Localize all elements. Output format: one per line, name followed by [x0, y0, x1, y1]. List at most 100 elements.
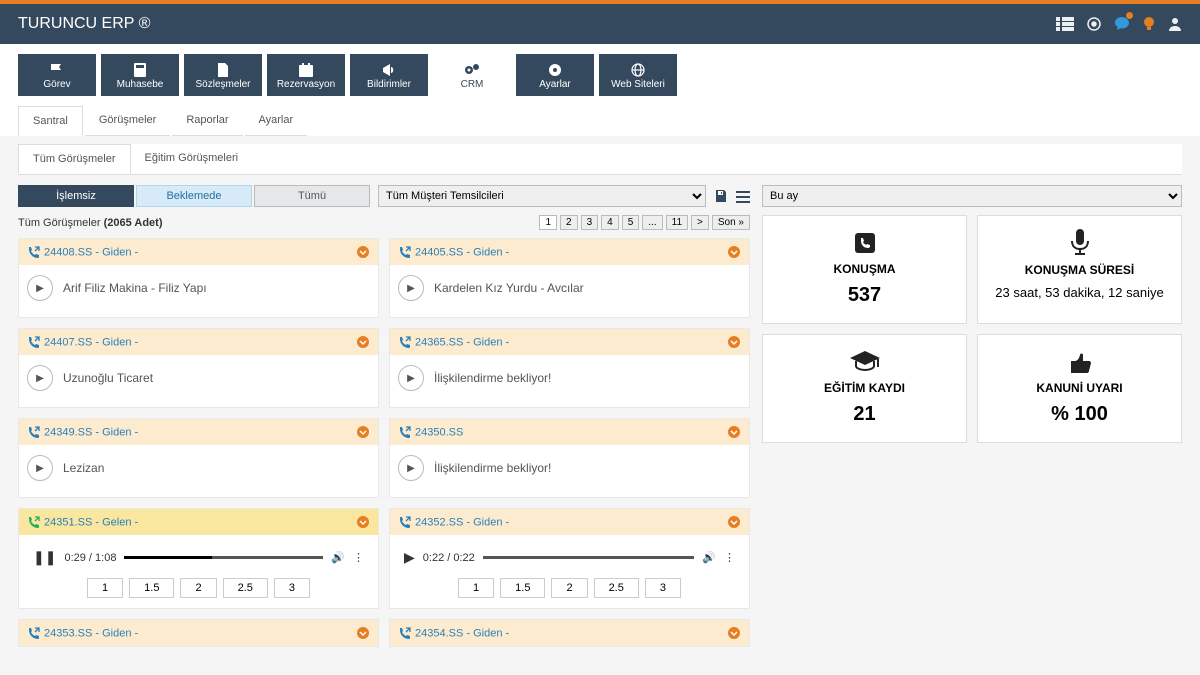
- call-card: 24350.SS ▶ İlişkilendirme bekliyor!: [389, 418, 750, 498]
- call-card: 24405.SS - Giden -▶Kardelen Kız Yurdu - …: [389, 238, 750, 318]
- period-select[interactable]: Bu ay: [762, 185, 1182, 207]
- speed-btn[interactable]: 2: [551, 578, 587, 598]
- save-filter-icon[interactable]: [714, 188, 728, 204]
- audio-track[interactable]: [483, 556, 695, 559]
- call-description: İlişkilendirme bekliyor!: [434, 461, 551, 475]
- chevron-down-icon[interactable]: [727, 245, 741, 259]
- speed-btn[interactable]: 2.5: [223, 578, 268, 598]
- call-card: 24349.SS - Giden - ▶ Lezizan: [18, 418, 379, 498]
- speed-btn[interactable]: 1.5: [129, 578, 174, 598]
- tab-raporlar[interactable]: Raporlar: [172, 106, 242, 136]
- play-button[interactable]: ▶: [27, 455, 53, 481]
- speed-btn[interactable]: 2: [180, 578, 216, 598]
- nav-bildirimler[interactable]: Bildirimler: [350, 54, 428, 96]
- nav-görev[interactable]: Görev: [18, 54, 96, 96]
- volume-icon[interactable]: 🔊: [702, 551, 716, 564]
- chevron-down-icon[interactable]: [356, 245, 370, 259]
- filter-btn-beklemede[interactable]: Beklemede: [136, 185, 252, 207]
- call-card: 24353.SS - Giden -: [18, 619, 379, 647]
- page-link[interactable]: 4: [601, 215, 619, 230]
- filter-row: İşlemsizBeklemedeTümü Tüm Müşteri Temsil…: [18, 185, 750, 207]
- call-description: Uzunoğlu Ticaret: [63, 371, 153, 385]
- call-card-header[interactable]: 24350.SS: [390, 419, 749, 445]
- call-card-header[interactable]: 24349.SS - Giden -: [19, 419, 378, 445]
- target-icon[interactable]: [1086, 15, 1102, 33]
- call-card-header[interactable]: 24352.SS - Giden -: [390, 509, 749, 535]
- speed-btn[interactable]: 1.5: [500, 578, 545, 598]
- stat-label: KANUNİ UYARI: [986, 381, 1173, 395]
- count-label: Tüm Görüşmeler (2065 Adet): [18, 217, 162, 229]
- subtab[interactable]: Tüm Görüşmeler: [18, 144, 131, 174]
- play-icon[interactable]: ▶: [404, 549, 415, 566]
- volume-icon[interactable]: 🔊: [331, 551, 345, 564]
- tab-ayarlar[interactable]: Ayarlar: [245, 106, 308, 136]
- nav-sözleşmeler[interactable]: Sözleşmeler: [184, 54, 262, 96]
- mic-icon: [986, 228, 1173, 257]
- play-button[interactable]: ▶: [398, 365, 424, 391]
- audio-time: 0:29 / 1:08: [64, 552, 116, 564]
- page-link[interactable]: ...: [642, 215, 662, 230]
- phone-out-icon: [27, 426, 40, 438]
- stat-value: 537: [771, 284, 958, 307]
- play-button[interactable]: ▶: [398, 455, 424, 481]
- play-button[interactable]: ▶: [27, 365, 53, 391]
- nav-crm[interactable]: CRM: [433, 54, 511, 96]
- call-card-header[interactable]: 24407.SS - Giden -: [19, 329, 378, 355]
- audio-menu-icon[interactable]: ⋮: [353, 551, 364, 564]
- call-card-header[interactable]: 24354.SS - Giden -: [390, 620, 749, 646]
- chevron-down-icon[interactable]: [727, 335, 741, 349]
- call-card-header[interactable]: 24365.SS - Giden -: [390, 329, 749, 355]
- user-icon[interactable]: [1168, 15, 1182, 33]
- call-card-header[interactable]: 24353.SS - Giden -: [19, 620, 378, 646]
- call-card-header[interactable]: 24351.SS - Gelen -: [19, 509, 378, 535]
- speed-btn[interactable]: 2.5: [594, 578, 639, 598]
- chevron-down-icon[interactable]: [356, 515, 370, 529]
- call-description: Lezizan: [63, 461, 104, 475]
- audio-track[interactable]: [124, 556, 323, 559]
- speed-btn[interactable]: 1: [87, 578, 123, 598]
- list-filter-icon[interactable]: [736, 188, 750, 204]
- call-card-header[interactable]: 24408.SS - Giden -: [19, 239, 378, 265]
- nav-ayarlar[interactable]: Ayarlar: [516, 54, 594, 96]
- page-link[interactable]: 3: [581, 215, 599, 230]
- page-link[interactable]: 2: [560, 215, 578, 230]
- stats-grid: KONUŞMA537KONUŞMA SÜRESİ23 saat, 53 daki…: [762, 215, 1182, 443]
- page-link[interactable]: 11: [666, 215, 688, 230]
- tab-görüşmeler[interactable]: Görüşmeler: [85, 106, 170, 136]
- nav-rezervasyon[interactable]: Rezervasyon: [267, 54, 345, 96]
- filter-btn-tümü[interactable]: Tümü: [254, 185, 370, 207]
- nav-muhasebe[interactable]: Muhasebe: [101, 54, 179, 96]
- count-row: Tüm Görüşmeler (2065 Adet) 12345... 11>So…: [18, 215, 750, 230]
- play-button[interactable]: ▶: [27, 275, 53, 301]
- page-link[interactable]: 5: [622, 215, 640, 230]
- chevron-down-icon[interactable]: [356, 626, 370, 640]
- stat-value: % 100: [986, 403, 1173, 426]
- audio-menu-icon[interactable]: ⋮: [724, 551, 735, 564]
- chevron-down-icon[interactable]: [727, 626, 741, 640]
- page-link[interactable]: 1: [539, 215, 557, 230]
- chevron-down-icon[interactable]: [727, 425, 741, 439]
- play-button[interactable]: ▶: [398, 275, 424, 301]
- tab-santral[interactable]: Santral: [18, 106, 83, 136]
- speed-btn[interactable]: 1: [458, 578, 494, 598]
- call-card-header[interactable]: 24405.SS - Giden -: [390, 239, 749, 265]
- call-card-body: ▶Kardelen Kız Yurdu - Avcılar: [390, 265, 749, 317]
- grid-icon[interactable]: [1056, 15, 1074, 33]
- nav-web siteleri[interactable]: Web Siteleri: [599, 54, 677, 96]
- chevron-down-icon[interactable]: [356, 425, 370, 439]
- pagination: 12345... 11>Son »: [539, 215, 750, 230]
- stat-value: 23 saat, 53 dakika, 12 saniye: [986, 285, 1173, 300]
- filter-btn-i̇şlemsiz[interactable]: İşlemsiz: [18, 185, 134, 207]
- chat-icon[interactable]: [1114, 15, 1130, 33]
- chevron-down-icon[interactable]: [727, 515, 741, 529]
- rep-select[interactable]: Tüm Müşteri Temsilcileri: [378, 185, 706, 207]
- bulb-icon[interactable]: [1142, 15, 1156, 33]
- speed-btn[interactable]: 3: [645, 578, 681, 598]
- pause-icon[interactable]: ❚❚: [33, 549, 56, 566]
- chevron-down-icon[interactable]: [356, 335, 370, 349]
- speed-btn[interactable]: 3: [274, 578, 310, 598]
- subtab[interactable]: Eğitim Görüşmeleri: [131, 144, 253, 174]
- page-link[interactable]: Son »: [712, 215, 750, 230]
- call-card: 24352.SS - Giden -▶0:22 / 0:22🔊⋮11.522.5…: [389, 508, 750, 609]
- page-link[interactable]: >: [691, 215, 709, 230]
